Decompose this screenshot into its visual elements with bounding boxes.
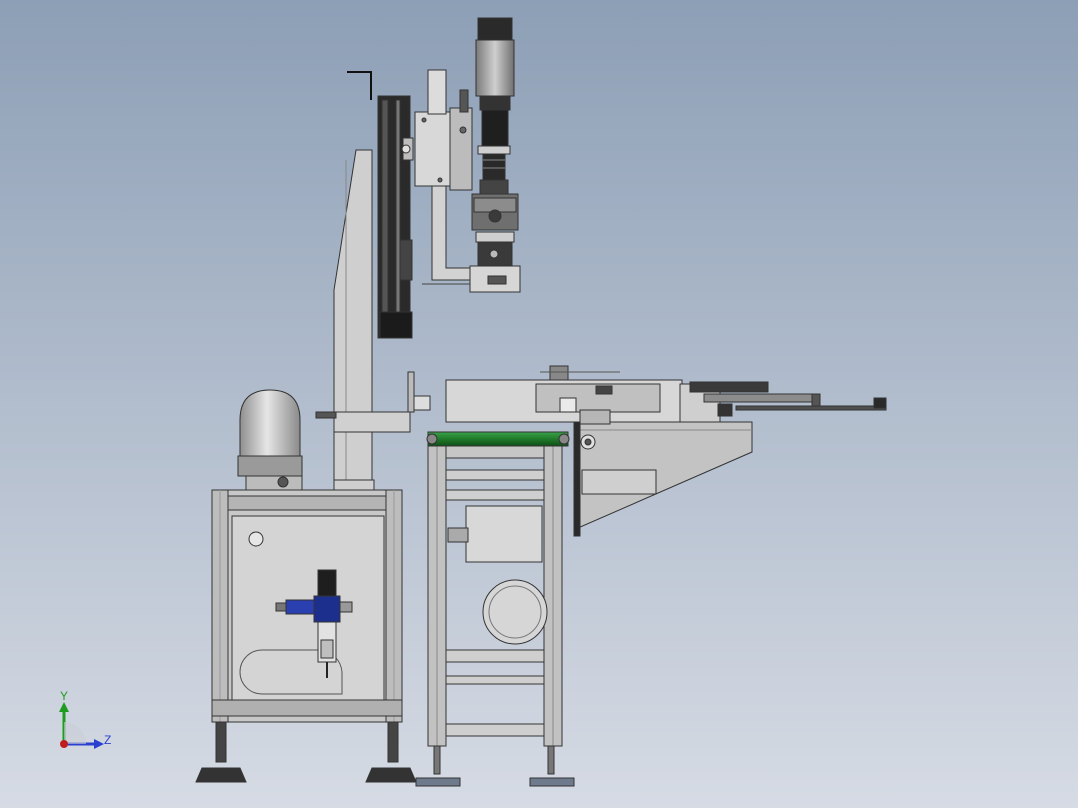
z-axis-label: Z [104, 733, 111, 747]
linear-rail [377, 95, 414, 339]
cad-model-canvas[interactable]: Y Z [0, 0, 1078, 808]
tank-dome [237, 389, 303, 491]
cad-viewport[interactable]: Y Z [0, 0, 1078, 808]
origin-icon [60, 740, 68, 748]
conveyor-roller [426, 431, 570, 447]
y-axis-label: Y [60, 689, 68, 703]
